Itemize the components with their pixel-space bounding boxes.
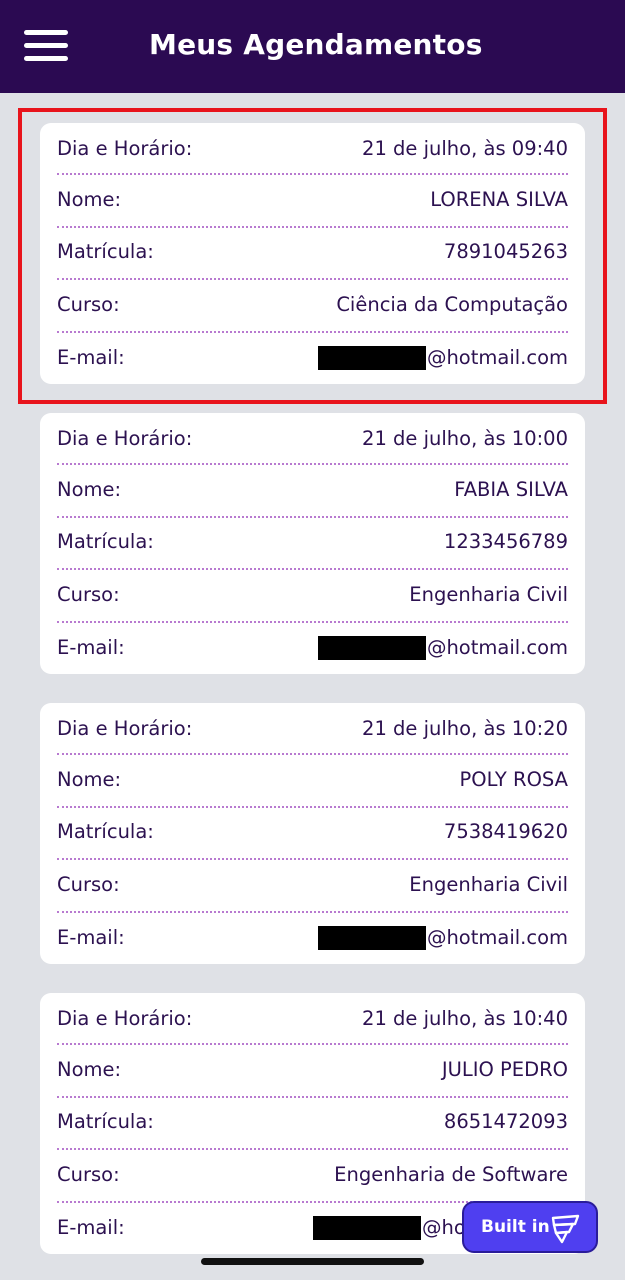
email-domain: @hotmail.com xyxy=(426,346,568,369)
course-label: Curso: xyxy=(57,1162,120,1186)
datetime-label: Dia e Horário: xyxy=(57,1006,193,1030)
appointment-card[interactable]: Dia e Horário: 21 de julho, às 10:20 Nom… xyxy=(40,703,585,964)
datetime-value: 21 de julho, às 10:20 xyxy=(362,716,568,740)
email-value: @ho xyxy=(313,1215,466,1240)
appointment-card[interactable]: Dia e Horário: 21 de julho, às 09:40 Nom… xyxy=(40,123,585,384)
badge-label: Built in xyxy=(481,1217,550,1237)
email-label: E-mail: xyxy=(57,346,125,369)
course-value: Ciência da Computação xyxy=(336,292,568,316)
course-value: Engenharia Civil xyxy=(409,872,568,896)
registration-value: 8651472093 xyxy=(443,1110,568,1134)
name-row: Nome: FABIA SILVA xyxy=(57,463,568,516)
app-bar: Meus Agendamentos xyxy=(0,0,625,93)
course-label: Curso: xyxy=(57,872,120,896)
email-domain: @ho xyxy=(422,1216,466,1239)
home-indicator[interactable] xyxy=(201,1258,424,1265)
registration-label: Matrícula: xyxy=(57,820,154,844)
course-value: Engenharia de Software xyxy=(334,1162,568,1186)
registration-row: Matrícula: 7538419620 xyxy=(57,805,568,859)
page-title: Meus Agendamentos xyxy=(149,28,483,61)
course-row: Curso: Engenharia Civil xyxy=(57,858,568,911)
builder-logo-icon xyxy=(551,1214,580,1244)
email-row: E-mail: @hotmail.com xyxy=(57,910,568,965)
course-label: Curso: xyxy=(57,292,120,316)
datetime-label: Dia e Horário: xyxy=(57,716,193,740)
email-value: @hotmail.com xyxy=(317,345,568,370)
email-row: E-mail: @hotmail.com xyxy=(57,330,568,385)
course-value: Engenharia Civil xyxy=(409,582,568,606)
email-label: E-mail: xyxy=(57,926,125,949)
email-label: E-mail: xyxy=(57,636,125,659)
datetime-value: 21 de julho, às 10:00 xyxy=(362,426,568,450)
email-value: @hotmail.com xyxy=(317,635,568,660)
datetime-row: Dia e Horário: 21 de julho, às 10:40 xyxy=(57,993,568,1043)
name-value: FABIA SILVA xyxy=(454,477,568,501)
email-domain: @hotmail.com xyxy=(426,926,568,949)
registration-value: 1233456789 xyxy=(443,530,568,554)
redacted-block xyxy=(317,635,426,660)
name-row: Nome: JULIO PEDRO xyxy=(57,1043,568,1096)
course-row: Curso: Engenharia Civil xyxy=(57,568,568,621)
name-label: Nome: xyxy=(57,1057,122,1081)
registration-row: Matrícula: 8651472093 xyxy=(57,1095,568,1149)
name-value: LORENA SILVA xyxy=(430,187,568,211)
course-row: Curso: Engenharia de Software xyxy=(57,1148,568,1201)
registration-row: Matrícula: 1233456789 xyxy=(57,515,568,569)
redacted-block xyxy=(317,345,426,370)
course-label: Curso: xyxy=(57,582,120,606)
datetime-row: Dia e Horário: 21 de julho, às 10:20 xyxy=(57,703,568,753)
name-row: Nome: LORENA SILVA xyxy=(57,173,568,226)
name-label: Nome: xyxy=(57,477,122,501)
course-row: Curso: Ciência da Computação xyxy=(57,278,568,331)
datetime-value: 21 de julho, às 10:40 xyxy=(362,1006,568,1030)
redacted-block xyxy=(317,925,426,950)
appointment-card[interactable]: Dia e Horário: 21 de julho, às 10:00 Nom… xyxy=(40,413,585,674)
name-label: Nome: xyxy=(57,187,122,211)
name-label: Nome: xyxy=(57,767,122,791)
email-value: @hotmail.com xyxy=(317,925,568,950)
email-row: E-mail: @hotmail.com xyxy=(57,620,568,675)
registration-label: Matrícula: xyxy=(57,1110,154,1134)
registration-value: 7891045263 xyxy=(443,240,568,264)
registration-label: Matrícula: xyxy=(57,240,154,264)
registration-row: Matrícula: 7891045263 xyxy=(57,225,568,279)
datetime-row: Dia e Horário: 21 de julho, às 10:00 xyxy=(57,413,568,463)
redacted-block xyxy=(313,1215,421,1240)
name-value: JULIO PEDRO xyxy=(441,1057,568,1081)
email-label: E-mail: xyxy=(57,1216,125,1239)
email-domain: @hotmail.com xyxy=(426,636,568,659)
datetime-value: 21 de julho, às 09:40 xyxy=(362,136,568,160)
name-value: POLY ROSA xyxy=(459,767,568,791)
hamburger-menu-icon[interactable] xyxy=(24,30,70,64)
name-row: Nome: POLY ROSA xyxy=(57,753,568,806)
datetime-row: Dia e Horário: 21 de julho, às 09:40 xyxy=(57,123,568,173)
built-in-badge[interactable]: Built in xyxy=(462,1201,598,1253)
datetime-label: Dia e Horário: xyxy=(57,136,193,160)
registration-value: 7538419620 xyxy=(443,820,568,844)
registration-label: Matrícula: xyxy=(57,530,154,554)
datetime-label: Dia e Horário: xyxy=(57,426,193,450)
